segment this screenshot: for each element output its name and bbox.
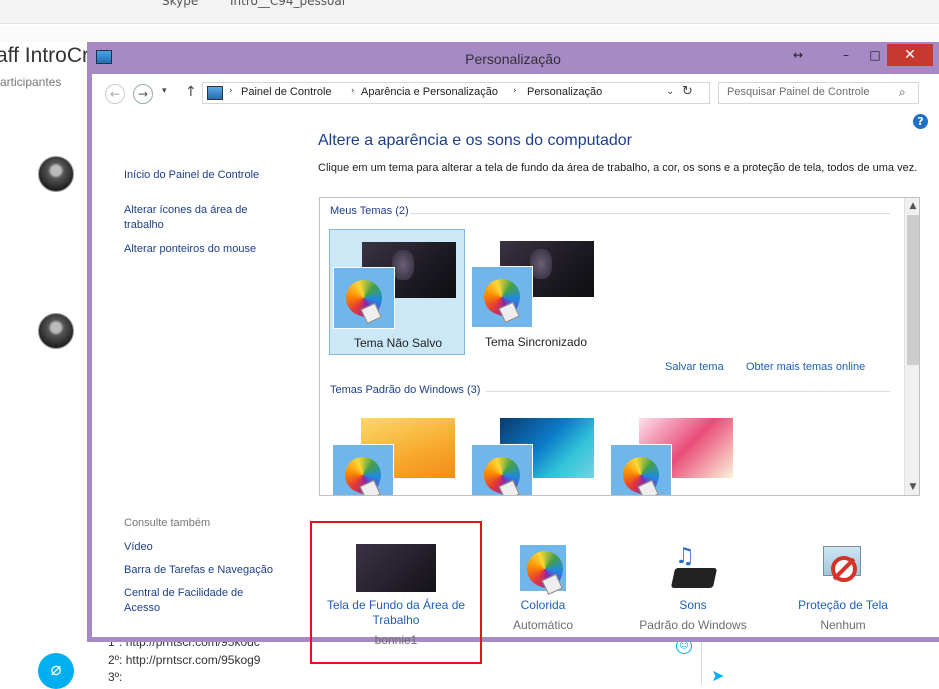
color-palette-icon (333, 267, 395, 329)
refresh-icon[interactable]: ↻ (682, 84, 702, 104)
page-description: Clique em um tema para alterar a tela de… (318, 162, 918, 174)
highlight-annotation (310, 521, 482, 664)
chat-title: aff IntroCr (0, 44, 89, 67)
resize-icon[interactable]: ↔ (784, 44, 812, 66)
color-icon (519, 544, 569, 593)
default-themes-label: Temas Padrão do Windows (3) (330, 384, 481, 396)
page-title: Altere a aparência e os sons do computad… (318, 132, 632, 149)
search-input[interactable]: Pesquisar Painel de Controle ⌕ (718, 82, 919, 104)
color-palette-icon (471, 444, 533, 495)
attach-icon[interactable]: ⌀ (38, 653, 74, 689)
theme-synced[interactable]: Tema Sincronizado (468, 229, 604, 355)
setting-value: Nenhum (820, 618, 866, 632)
chat-subtitle: articipantes (0, 75, 62, 89)
divider (410, 213, 890, 214)
theme-lines-and-colors[interactable] (468, 410, 604, 495)
sidebar-link-mouse-pointers[interactable]: Alterar ponteiros do mouse (124, 242, 284, 257)
back-button[interactable]: ← (105, 84, 125, 104)
send-icon[interactable]: ➤ (711, 666, 724, 685)
up-button[interactable]: ↑ (185, 84, 197, 100)
screensaver-icon (819, 544, 867, 592)
chat-message: 2º: http://prntscr.com/95kog9 (108, 653, 261, 667)
avatar[interactable] (38, 313, 74, 349)
see-also-ease-of-access[interactable]: Central de Facilidade de Acesso (124, 586, 264, 616)
control-panel-icon (207, 86, 223, 100)
personalization-window: Personalização ↔ – □ ✕ ← → ▾ ↑ › Painel … (87, 42, 939, 664)
breadcrumb-separator[interactable]: › (513, 86, 517, 96)
see-also-taskbar[interactable]: Barra de Tarefas e Navegação (124, 563, 294, 578)
breadcrumb-separator[interactable]: › (229, 86, 233, 96)
maximize-button[interactable]: □ (861, 44, 889, 66)
address-bar: ← → ▾ ↑ › Painel de Controle › Aparência… (92, 74, 939, 110)
sidebar-link-home[interactable]: Início do Painel de Controle (124, 168, 284, 183)
see-also-video[interactable]: Vídeo (124, 540, 284, 555)
breadcrumb-separator[interactable]: › (351, 86, 355, 96)
chevron-down-icon[interactable]: ⌄ (666, 86, 674, 97)
more-themes-link[interactable]: Obter mais temas online (746, 361, 865, 373)
background-top-title: Skype (162, 0, 199, 8)
setting-value: Padrão do Windows (639, 618, 747, 632)
setting-label[interactable]: Proteção de Tela (768, 598, 918, 613)
save-theme-link[interactable]: Salvar tema (665, 361, 724, 373)
see-also-heading: Consulte também (124, 517, 211, 529)
color-setting[interactable]: Colorida Automático (468, 544, 618, 632)
breadcrumb-item[interactable]: Aparência e Personalização (361, 86, 498, 98)
themes-scrollbar[interactable]: ▲ ▼ (904, 198, 919, 495)
background-top-title2: Intro__C94_pessoal (230, 0, 346, 8)
recent-pages-dropdown[interactable]: ▾ (162, 86, 167, 96)
search-placeholder: Pesquisar Painel de Controle (727, 86, 870, 98)
breadcrumb-item[interactable]: Personalização (527, 86, 602, 98)
chat-message: 3º: (108, 670, 123, 684)
theme-windows[interactable] (329, 410, 465, 495)
sounds-setting[interactable]: ♫ Sons Padrão do Windows (618, 544, 768, 632)
setting-label[interactable]: Sons (618, 598, 768, 613)
breadcrumb-item[interactable]: Painel de Controle (241, 86, 332, 98)
setting-value: Automático (512, 618, 574, 632)
background-top-strip: Skype Intro__C94_pessoal (0, 0, 939, 24)
title-bar[interactable]: Personalização ↔ – □ ✕ (87, 42, 939, 74)
screensaver-setting[interactable]: Proteção de Tela Nenhum (768, 544, 918, 632)
sound-icon: ♫ (669, 544, 718, 592)
color-palette-icon (471, 266, 533, 328)
search-icon[interactable]: ⌕ (899, 85, 906, 100)
scroll-up-icon[interactable]: ▲ (905, 198, 919, 214)
background-toolbar (0, 26, 939, 42)
theme-label: Tema Sincronizado (484, 335, 588, 349)
breadcrumb[interactable]: › Painel de Controle › Aparência e Perso… (202, 82, 710, 104)
theme-label: Tema Não Salvo (353, 336, 443, 350)
close-button[interactable]: ✕ (887, 44, 933, 66)
scroll-down-icon[interactable]: ▼ (905, 479, 919, 495)
color-palette-icon (332, 444, 394, 495)
setting-label[interactable]: Colorida (468, 598, 618, 613)
avatar[interactable] (38, 156, 74, 192)
scroll-thumb[interactable] (907, 215, 919, 365)
help-icon[interactable]: ? (913, 114, 928, 129)
divider (486, 391, 890, 392)
sidebar-link-desktop-icons[interactable]: Alterar ícones da área de trabalho (124, 203, 274, 233)
minimize-button[interactable]: – (832, 44, 860, 66)
theme-unsaved[interactable]: Tema Não Salvo (329, 229, 465, 355)
color-palette-icon (610, 444, 672, 495)
my-themes-label: Meus Temas (2) (330, 205, 409, 217)
theme-flowers[interactable] (607, 410, 743, 495)
window-client: ← → ▾ ↑ › Painel de Controle › Aparência… (92, 74, 939, 664)
forward-button[interactable]: → (133, 84, 153, 104)
themes-list: Meus Temas (2) Tema Não Salvo Tema Sincr… (319, 197, 920, 496)
